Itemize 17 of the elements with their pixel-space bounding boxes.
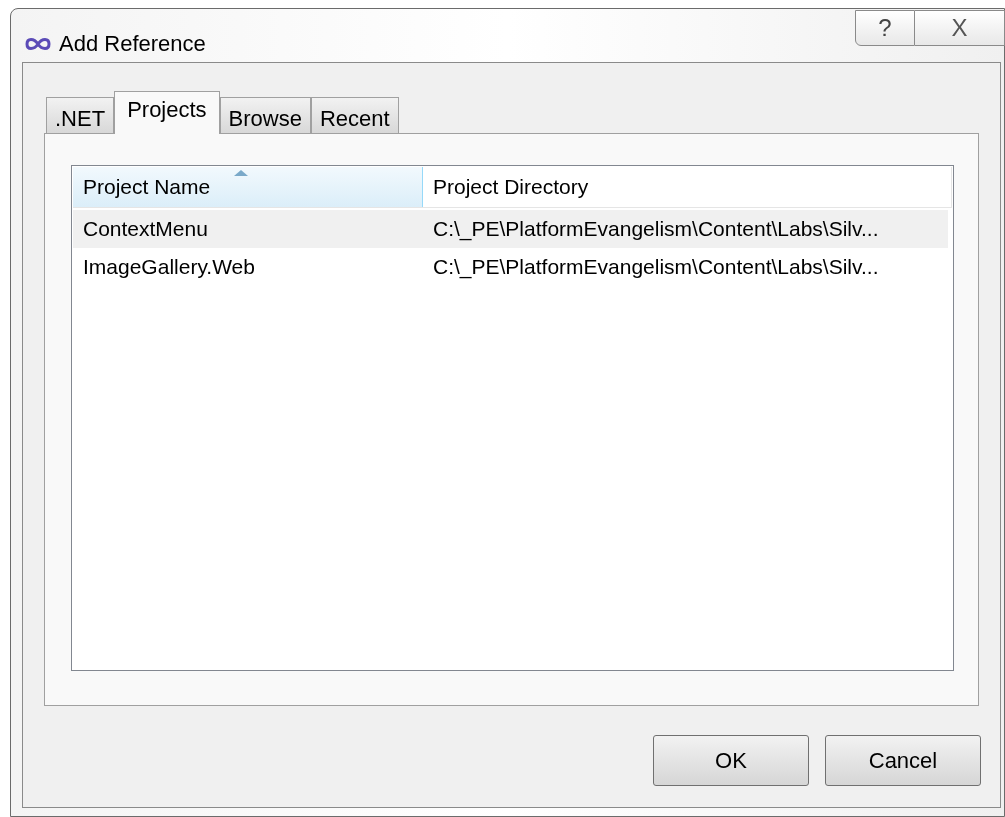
table-cell-text: ContextMenu bbox=[82, 216, 209, 243]
tab[interactable]: Recent bbox=[310, 97, 399, 133]
column-header[interactable]: Project Name bbox=[73, 167, 423, 207]
close-button[interactable]: X bbox=[915, 10, 1005, 46]
tab[interactable]: .NET bbox=[46, 97, 115, 133]
table-cell-text: C:\_PE\PlatformEvangelism\Content\Labs\Silv... bbox=[432, 254, 879, 281]
ok-button[interactable]: OK bbox=[653, 735, 809, 786]
window-title: Add Reference bbox=[59, 30, 206, 58]
list-row[interactable]: ContextMenu C:\_PE\PlatformEvangelism\Content\Labs\Silv... bbox=[73, 210, 948, 248]
sort-ascending-icon bbox=[233, 169, 249, 177]
infinity-icon bbox=[25, 37, 51, 50]
table-cell-text: C:\_PE\PlatformEvangelism\Content\Labs\Silv... bbox=[432, 216, 879, 243]
cancel-button[interactable]: Cancel bbox=[825, 735, 981, 786]
tab[interactable]: Projects bbox=[114, 91, 220, 134]
tab[interactable]: Browse bbox=[219, 97, 311, 133]
table-cell-text: ImageGallery.Web bbox=[82, 254, 256, 281]
help-button[interactable]: ? bbox=[855, 10, 915, 46]
